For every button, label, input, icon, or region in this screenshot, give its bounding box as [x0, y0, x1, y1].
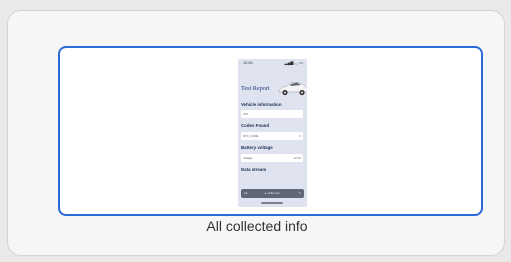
voltage-field: Voltage 12.1V	[241, 154, 303, 162]
text-size-button: AA	[244, 192, 248, 195]
screenshot-frame: 12:51 ▂▄▆ ◡ ▭ Test Report Vehicle inform…	[58, 46, 483, 216]
caption: All collected info	[206, 218, 308, 234]
signal-battery-icon: ▂▄▆ ◡ ▭	[284, 60, 303, 65]
browser-bottom-bar: AA ▲ carfixr.com ↻	[241, 189, 304, 198]
reload-icon: ↻	[298, 192, 301, 195]
phone-status-bar: 12:51 ▂▄▆ ◡ ▭	[238, 59, 307, 68]
section-battery-voltage: Battery voltage	[241, 145, 273, 150]
section-vehicle-information: Vehicle information	[241, 102, 282, 107]
voltage-label: Voltage	[243, 156, 253, 161]
report-title: Test Report	[241, 85, 270, 92]
vin-field: VIN	[241, 110, 303, 118]
url-field: ▲ carfixr.com	[264, 192, 280, 195]
dtc-code-label: DTC_CODE	[243, 134, 259, 139]
vin-label: VIN	[243, 112, 248, 117]
section-data-stream: Data stream	[241, 167, 267, 172]
content-card: 12:51 ▂▄▆ ◡ ▭ Test Report Vehicle inform…	[7, 10, 505, 256]
section-codes-found: Codes Found	[241, 123, 270, 128]
car-icon	[278, 81, 307, 96]
phone-screenshot: 12:51 ▂▄▆ ◡ ▭ Test Report Vehicle inform…	[238, 59, 307, 207]
home-indicator	[261, 202, 283, 204]
dtc-code-value: 0	[299, 134, 301, 139]
report-header: Test Report	[238, 71, 307, 101]
dtc-code-field: DTC_CODE 0	[241, 132, 303, 140]
voltage-value: 12.1V	[293, 156, 301, 161]
status-time: 12:51	[243, 60, 254, 65]
